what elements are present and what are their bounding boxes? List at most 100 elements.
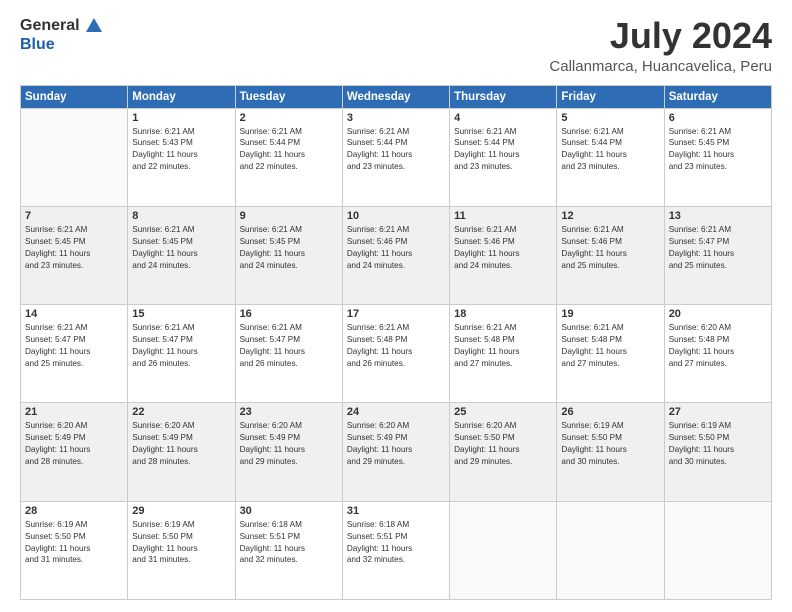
calendar-cell: 3Sunrise: 6:21 AM Sunset: 5:44 PM Daylig… [342,108,449,206]
day-number: 4 [454,112,552,124]
calendar-cell [557,501,664,599]
day-number: 9 [240,210,338,222]
day-info: Sunrise: 6:21 AM Sunset: 5:45 PM Dayligh… [240,224,338,272]
day-number: 22 [132,406,230,418]
day-info: Sunrise: 6:21 AM Sunset: 5:46 PM Dayligh… [561,224,659,272]
day-number: 7 [25,210,123,222]
header: General Blue July 2024 Callanmarca, Huan… [20,16,772,75]
day-number: 3 [347,112,445,124]
calendar-cell: 23Sunrise: 6:20 AM Sunset: 5:49 PM Dayli… [235,403,342,501]
day-info: Sunrise: 6:20 AM Sunset: 5:49 PM Dayligh… [132,420,230,468]
day-info: Sunrise: 6:21 AM Sunset: 5:44 PM Dayligh… [561,126,659,174]
calendar-cell: 8 Sunrise: 6:21 AM Sunset: 5:45 PM Daylig… [128,206,235,304]
calendar-cell: 12 Sunrise: 6:21 AM Sunset: 5:46 PM Dayli… [557,206,664,304]
day-number: 1 [132,112,230,124]
calendar-cell: 21Sunrise: 6:20 AM Sunset: 5:49 PM Dayli… [21,403,128,501]
calendar-cell: 9 Sunrise: 6:21 AM Sunset: 5:45 PM Daylig… [235,206,342,304]
day-number: 19 [561,308,659,320]
day-info: Sunrise: 6:21 AM Sunset: 5:43 PM Dayligh… [132,126,230,174]
calendar-week-row: 7 Sunrise: 6:21 AM Sunset: 5:45 PM Daylig… [21,206,772,304]
day-info: Sunrise: 6:20 AM Sunset: 5:49 PM Dayligh… [240,420,338,468]
calendar-cell: 29Sunrise: 6:19 AM Sunset: 5:50 PM Dayli… [128,501,235,599]
day-info: Sunrise: 6:20 AM Sunset: 5:48 PM Dayligh… [669,322,767,370]
calendar-cell [21,108,128,206]
day-info: Sunrise: 6:21 AM Sunset: 5:46 PM Dayligh… [454,224,552,272]
day-number: 6 [669,112,767,124]
calendar-header-row: SundayMondayTuesdayWednesdayThursdayFrid… [21,85,772,108]
weekday-header-thursday: Thursday [450,85,557,108]
title-block: July 2024 Callanmarca, Huancavelica, Per… [549,16,772,75]
day-info: Sunrise: 6:21 AM Sunset: 5:44 PM Dayligh… [454,126,552,174]
calendar-cell: 13 Sunrise: 6:21 AM Sunset: 5:47 PM Dayli… [664,206,771,304]
day-info: Sunrise: 6:21 AM Sunset: 5:44 PM Dayligh… [240,126,338,174]
day-info: Sunrise: 6:21 AM Sunset: 5:45 PM Dayligh… [132,224,230,272]
day-number: 31 [347,505,445,517]
day-info: Sunrise: 6:19 AM Sunset: 5:50 PM Dayligh… [25,519,123,567]
day-number: 29 [132,505,230,517]
day-number: 10 [347,210,445,222]
day-number: 13 [669,210,767,222]
day-number: 30 [240,505,338,517]
day-info: Sunrise: 6:18 AM Sunset: 5:51 PM Dayligh… [240,519,338,567]
main-title: July 2024 [549,16,772,56]
day-number: 2 [240,112,338,124]
calendar-cell: 20Sunrise: 6:20 AM Sunset: 5:48 PM Dayli… [664,305,771,403]
page: General Blue July 2024 Callanmarca, Huan… [0,0,792,612]
day-info: Sunrise: 6:21 AM Sunset: 5:48 PM Dayligh… [454,322,552,370]
day-info: Sunrise: 6:20 AM Sunset: 5:50 PM Dayligh… [454,420,552,468]
calendar-cell: 1 Sunrise: 6:21 AM Sunset: 5:43 PM Daylig… [128,108,235,206]
logo-icon [84,16,104,36]
day-info: Sunrise: 6:21 AM Sunset: 5:47 PM Dayligh… [25,322,123,370]
calendar-cell [664,501,771,599]
day-info: Sunrise: 6:21 AM Sunset: 5:48 PM Dayligh… [561,322,659,370]
day-number: 21 [25,406,123,418]
calendar-week-row: 28 Sunrise: 6:19 AM Sunset: 5:50 PM Dayli… [21,501,772,599]
day-number: 12 [561,210,659,222]
day-info: Sunrise: 6:19 AM Sunset: 5:50 PM Dayligh… [669,420,767,468]
day-info: Sunrise: 6:21 AM Sunset: 5:47 PM Dayligh… [669,224,767,272]
calendar-table: SundayMondayTuesdayWednesdayThursdayFrid… [20,85,772,600]
day-number: 26 [561,406,659,418]
day-number: 18 [454,308,552,320]
calendar-cell: 2 Sunrise: 6:21 AM Sunset: 5:44 PM Daylig… [235,108,342,206]
weekday-header-monday: Monday [128,85,235,108]
calendar-cell: 16Sunrise: 6:21 AM Sunset: 5:47 PM Dayli… [235,305,342,403]
day-info: Sunrise: 6:21 AM Sunset: 5:45 PM Dayligh… [669,126,767,174]
calendar-cell: 5 Sunrise: 6:21 AM Sunset: 5:44 PM Daylig… [557,108,664,206]
day-number: 25 [454,406,552,418]
day-number: 14 [25,308,123,320]
day-number: 24 [347,406,445,418]
subtitle: Callanmarca, Huancavelica, Peru [549,58,772,75]
calendar-cell: 27Sunrise: 6:19 AM Sunset: 5:50 PM Dayli… [664,403,771,501]
logo-general-text: General [20,17,80,35]
weekday-header-wednesday: Wednesday [342,85,449,108]
day-number: 28 [25,505,123,517]
day-info: Sunrise: 6:21 AM Sunset: 5:46 PM Dayligh… [347,224,445,272]
calendar-cell: 15Sunrise: 6:21 AM Sunset: 5:47 PM Dayli… [128,305,235,403]
calendar-cell: 11 Sunrise: 6:21 AM Sunset: 5:46 PM Dayli… [450,206,557,304]
logo-blue-text: Blue [20,36,55,54]
day-number: 17 [347,308,445,320]
calendar-cell: 18 Sunrise: 6:21 AM Sunset: 5:48 PM Dayli… [450,305,557,403]
calendar-cell: 22 Sunrise: 6:20 AM Sunset: 5:49 PM Dayli… [128,403,235,501]
calendar-cell: 26 Sunrise: 6:19 AM Sunset: 5:50 PM Dayli… [557,403,664,501]
calendar-cell: 17Sunrise: 6:21 AM Sunset: 5:48 PM Dayli… [342,305,449,403]
calendar-cell: 4 Sunrise: 6:21 AM Sunset: 5:44 PM Daylig… [450,108,557,206]
calendar-cell: 7 Sunrise: 6:21 AM Sunset: 5:45 PM Daylig… [21,206,128,304]
day-number: 15 [132,308,230,320]
day-info: Sunrise: 6:19 AM Sunset: 5:50 PM Dayligh… [561,420,659,468]
day-info: Sunrise: 6:20 AM Sunset: 5:49 PM Dayligh… [347,420,445,468]
calendar-week-row: 14 Sunrise: 6:21 AM Sunset: 5:47 PM Dayli… [21,305,772,403]
day-number: 11 [454,210,552,222]
calendar-cell: 30 Sunrise: 6:18 AM Sunset: 5:51 PM Dayli… [235,501,342,599]
calendar-cell: 10 Sunrise: 6:21 AM Sunset: 5:46 PM Dayli… [342,206,449,304]
weekday-header-tuesday: Tuesday [235,85,342,108]
day-number: 16 [240,308,338,320]
weekday-header-sunday: Sunday [21,85,128,108]
calendar-cell: 6 Sunrise: 6:21 AM Sunset: 5:45 PM Daylig… [664,108,771,206]
day-number: 5 [561,112,659,124]
day-number: 8 [132,210,230,222]
day-info: Sunrise: 6:21 AM Sunset: 5:45 PM Dayligh… [25,224,123,272]
day-info: Sunrise: 6:18 AM Sunset: 5:51 PM Dayligh… [347,519,445,567]
calendar-cell: 24 Sunrise: 6:20 AM Sunset: 5:49 PM Dayli… [342,403,449,501]
